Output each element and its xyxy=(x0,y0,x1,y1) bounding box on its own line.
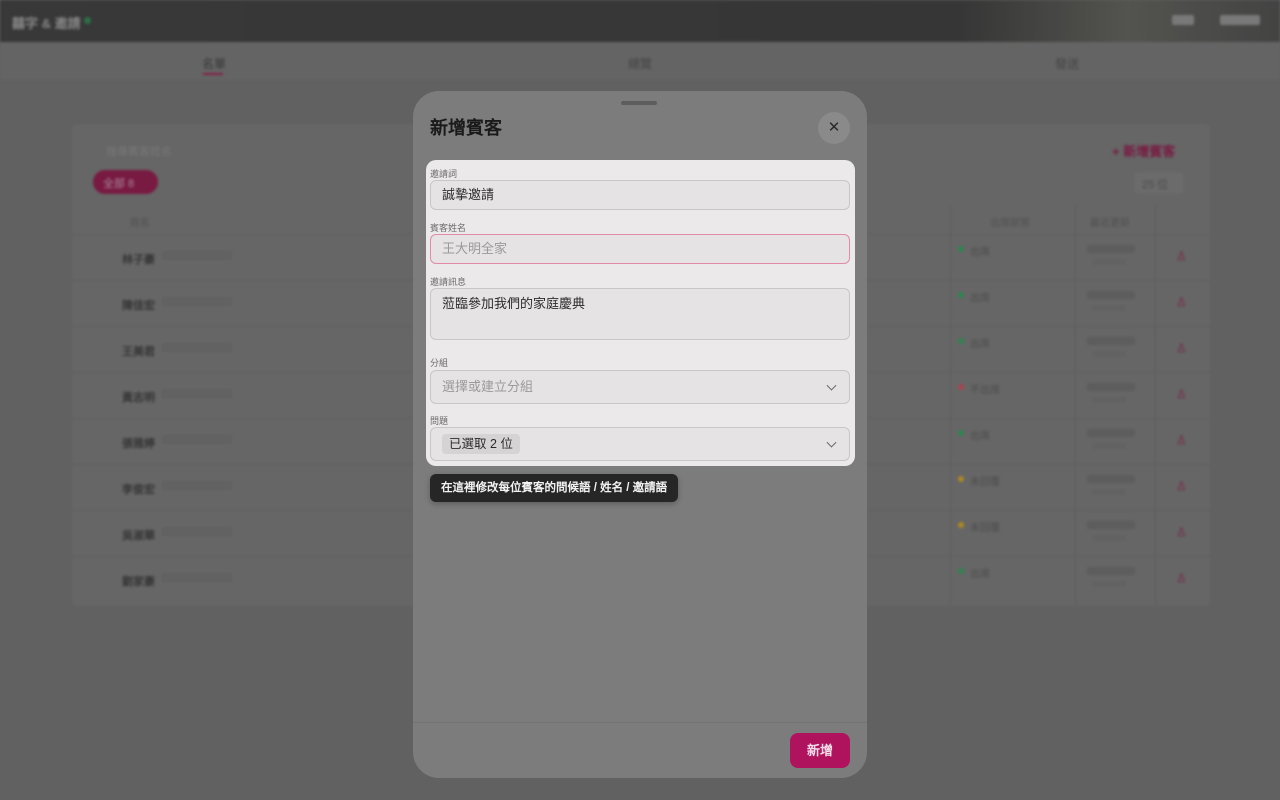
guest-name-placeholder: 王大明全家 xyxy=(442,241,508,256)
submit-add-button[interactable]: 新增 xyxy=(790,733,850,768)
group-select[interactable]: 選擇或建立分組 xyxy=(430,370,850,404)
onboarding-tooltip: 在這裡修改每位賓客的問候語 / 姓名 / 邀請語 xyxy=(430,474,679,502)
question-select[interactable]: 已選取 2 位 xyxy=(430,427,850,461)
invite-word-label: 邀請詞 xyxy=(430,169,458,179)
modal-title: 新增賓客 xyxy=(430,118,502,138)
invite-message-value: 蒞臨參加我們的家庭慶典 xyxy=(442,296,586,311)
group-placeholder: 選擇或建立分組 xyxy=(442,379,534,394)
guest-name-input[interactable]: 王大明全家 xyxy=(430,234,850,264)
invite-word-input[interactable]: 誠摯邀請 xyxy=(430,180,850,210)
footer-divider xyxy=(413,722,867,723)
guest-name-label: 賓客姓名 xyxy=(430,223,467,233)
question-label: 問題 xyxy=(430,416,449,426)
drag-handle[interactable] xyxy=(621,101,657,105)
chevron-down-icon xyxy=(826,380,837,391)
invite-word-value: 誠摯邀請 xyxy=(442,187,495,202)
group-label: 分組 xyxy=(430,358,449,368)
chevron-down-icon xyxy=(826,437,837,448)
invite-message-label: 邀請訊息 xyxy=(430,277,467,287)
invite-message-textarea[interactable]: 蒞臨參加我們的家庭慶典 xyxy=(430,288,850,340)
close-button[interactable]: ✕ xyxy=(818,112,850,144)
guest-form-panel: 邀請詞 誠摯邀請 賓客姓名 王大明全家 邀請訊息 蒞臨參加我們的家庭慶典 分組 … xyxy=(426,160,855,466)
selected-count-tag: 已選取 2 位 xyxy=(442,434,520,454)
